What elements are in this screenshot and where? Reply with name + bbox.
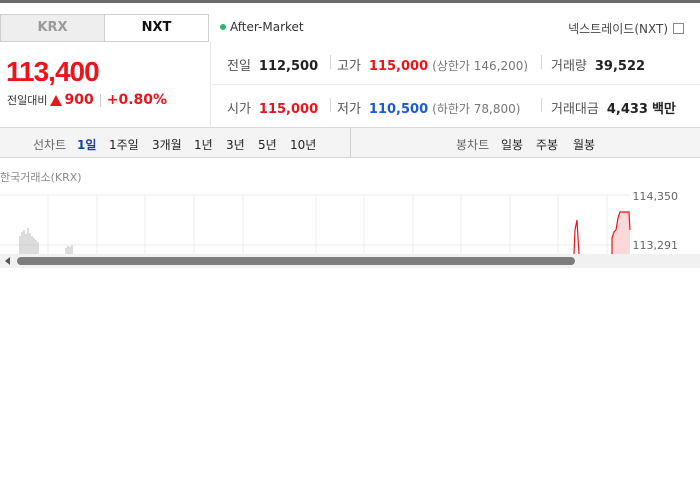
y-tick-label: 114,350	[632, 190, 679, 203]
candle-chart-label: 봉차트	[456, 138, 490, 152]
stat-divider	[330, 55, 331, 69]
stat-limit: (하한가 78,800)	[432, 102, 521, 116]
stat-label: 저가	[337, 102, 361, 117]
stat-label: 시가	[227, 102, 251, 117]
period-5y-button[interactable]: 5년	[258, 136, 277, 153]
exchange-link-label: 넥스트레이드(NXT)	[568, 22, 668, 36]
change-label: 전일대비	[7, 94, 48, 107]
stat-label: 거래대금	[551, 102, 599, 117]
line-chart-label: 선차트	[33, 138, 67, 152]
change-percent: +0.80%	[106, 92, 168, 108]
stat-label: 거래량	[551, 59, 587, 74]
stat-unit: 백만	[651, 102, 676, 117]
session-indicator: After-Market	[220, 20, 304, 34]
stat-divider	[541, 55, 542, 69]
chart-canvas	[0, 194, 631, 255]
toolbar-divider	[350, 128, 351, 157]
stats-row-divider	[210, 84, 700, 85]
stat-divider	[541, 98, 542, 112]
tab-underline	[0, 41, 209, 42]
price-chart: 114,350 113,291	[0, 190, 700, 255]
change-amount: 900	[64, 92, 94, 108]
session-dot-icon	[220, 24, 226, 30]
stat-trade-value: 거래대금 4,433 백만	[551, 98, 676, 117]
scroll-thumb[interactable]	[17, 257, 575, 265]
stat-value: 39,522	[594, 59, 646, 74]
stat-label: 전일	[227, 59, 251, 74]
stat-limit: (상한가 146,200)	[432, 59, 529, 73]
stat-open: 시가 115,000	[227, 98, 318, 117]
stat-value: 110,500	[368, 102, 429, 117]
tab-nxt[interactable]: NXT	[104, 14, 209, 42]
period-1d-button[interactable]: 1일	[77, 136, 96, 153]
top-border	[0, 0, 700, 3]
stat-divider	[330, 98, 331, 112]
y-tick-label: 113,291	[632, 239, 679, 252]
stat-low: 저가 110,500 (하한가 78,800)	[337, 98, 520, 117]
current-price: 113,400	[6, 56, 100, 87]
stat-high: 고가 115,000 (상한가 146,200)	[337, 55, 528, 74]
stat-value: 115,000	[258, 102, 319, 117]
candle-monthly-button[interactable]: 월봉	[573, 136, 595, 153]
stat-prev-close: 전일 112,500	[227, 55, 318, 74]
period-1y-button[interactable]: 1년	[194, 136, 213, 153]
session-label: After-Market	[230, 20, 304, 34]
candle-weekly-button[interactable]: 주봉	[536, 136, 558, 153]
stat-label: 고가	[337, 59, 361, 74]
price-change: 전일대비 900 +0.80%	[7, 92, 167, 108]
candle-daily-button[interactable]: 일봉	[501, 136, 523, 153]
tab-krx[interactable]: KRX	[0, 14, 105, 42]
stat-volume: 거래량 39,522	[551, 55, 645, 74]
period-3y-button[interactable]: 3년	[226, 136, 245, 153]
price-line-segment	[573, 219, 580, 255]
chart-source: 한국거래소(KRX)	[0, 171, 82, 184]
period-3m-button[interactable]: 3개월	[152, 136, 182, 153]
chart-scrollbar[interactable]	[0, 254, 700, 268]
period-10y-button[interactable]: 10년	[290, 136, 316, 153]
chart-toolbar: 선차트 1일 1주일 3개월 1년 3년 5년 10년 봉차트 일봉 주봉 월봉	[0, 127, 700, 158]
change-divider	[99, 93, 101, 107]
exchange-link[interactable]: 넥스트레이드(NXT)	[568, 20, 684, 37]
stat-value: 4,433	[606, 102, 648, 117]
external-link-icon	[673, 23, 684, 34]
period-1w-button[interactable]: 1주일	[109, 136, 139, 153]
price-area-fill	[612, 212, 630, 254]
scroll-left-arrow-icon[interactable]	[5, 257, 10, 265]
up-triangle-icon	[50, 94, 63, 106]
stat-value: 112,500	[258, 59, 319, 74]
stat-value: 115,000	[368, 59, 429, 74]
